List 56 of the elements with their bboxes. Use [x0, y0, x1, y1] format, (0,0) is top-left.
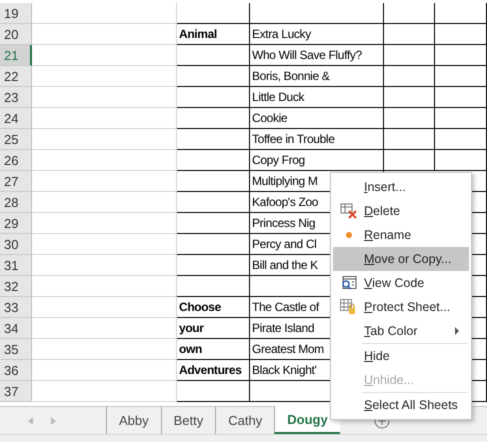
table-cell — [384, 108, 435, 129]
table-cell — [435, 66, 487, 87]
table-cell: Boris, Bonnie & — [250, 66, 384, 87]
table-cell — [435, 87, 487, 108]
table-cell — [384, 87, 435, 108]
row-header[interactable]: 28 — [0, 192, 32, 213]
table-cell — [435, 150, 487, 171]
table-cell — [435, 108, 487, 129]
row-header[interactable]: 20 — [0, 24, 32, 45]
table-cell: Adventures — [177, 360, 250, 381]
table-cell — [435, 24, 487, 45]
table-cell — [435, 3, 487, 24]
row-header[interactable]: 27 — [0, 171, 32, 192]
table-cell: your — [177, 318, 250, 339]
row-header[interactable]: 19 — [0, 3, 32, 24]
table-cell — [384, 129, 435, 150]
table-cell: Who Will Save Fluffy? — [250, 45, 384, 66]
menu-item[interactable]: Move or Copy... — [333, 247, 469, 271]
row-header[interactable]: 25 — [0, 129, 32, 150]
row-header[interactable]: 32 — [0, 276, 32, 297]
view-code-icon — [340, 276, 356, 290]
row-header[interactable]: 21 — [0, 45, 32, 66]
protect-sheet-icon — [340, 299, 357, 315]
row-header[interactable]: 36 — [0, 360, 32, 381]
dot-icon — [346, 232, 352, 238]
table-cell: Little Duck — [250, 87, 384, 108]
table-cell: Cookie — [250, 108, 384, 129]
row-header[interactable]: 35 — [0, 339, 32, 360]
row-header[interactable]: 37 — [0, 381, 32, 402]
scroll-left-icon[interactable] — [28, 416, 33, 424]
row-header[interactable]: 26 — [0, 150, 32, 171]
row-header[interactable]: 33 — [0, 297, 32, 318]
row-header[interactable]: 34 — [0, 318, 32, 339]
table-cell — [384, 3, 435, 24]
delete-table-icon — [340, 203, 357, 219]
table-cell — [384, 150, 435, 171]
row-header[interactable]: 31 — [0, 255, 32, 276]
scroll-right-icon[interactable] — [51, 416, 56, 424]
table-cell — [435, 45, 487, 66]
table-cell — [435, 129, 487, 150]
table-cell: Choose — [177, 297, 250, 318]
sheet-tab[interactable]: Dougy — [274, 406, 340, 434]
table-cell: Copy Frog — [250, 150, 384, 171]
table-cell: Animal — [177, 24, 250, 45]
row-header[interactable]: 30 — [0, 234, 32, 255]
table-cell: own — [177, 339, 250, 360]
submenu-arrow-icon — [455, 327, 459, 335]
row-header[interactable]: 22 — [0, 66, 32, 87]
table-cell — [384, 45, 435, 66]
row-header[interactable]: 24 — [0, 108, 32, 129]
row-header[interactable]: 23 — [0, 87, 32, 108]
table-cell: Toffee in Trouble — [250, 129, 384, 150]
table-cell — [384, 66, 435, 87]
table-cell: Extra Lucky — [250, 24, 384, 45]
row-header[interactable]: 29 — [0, 213, 32, 234]
table-cell — [384, 24, 435, 45]
